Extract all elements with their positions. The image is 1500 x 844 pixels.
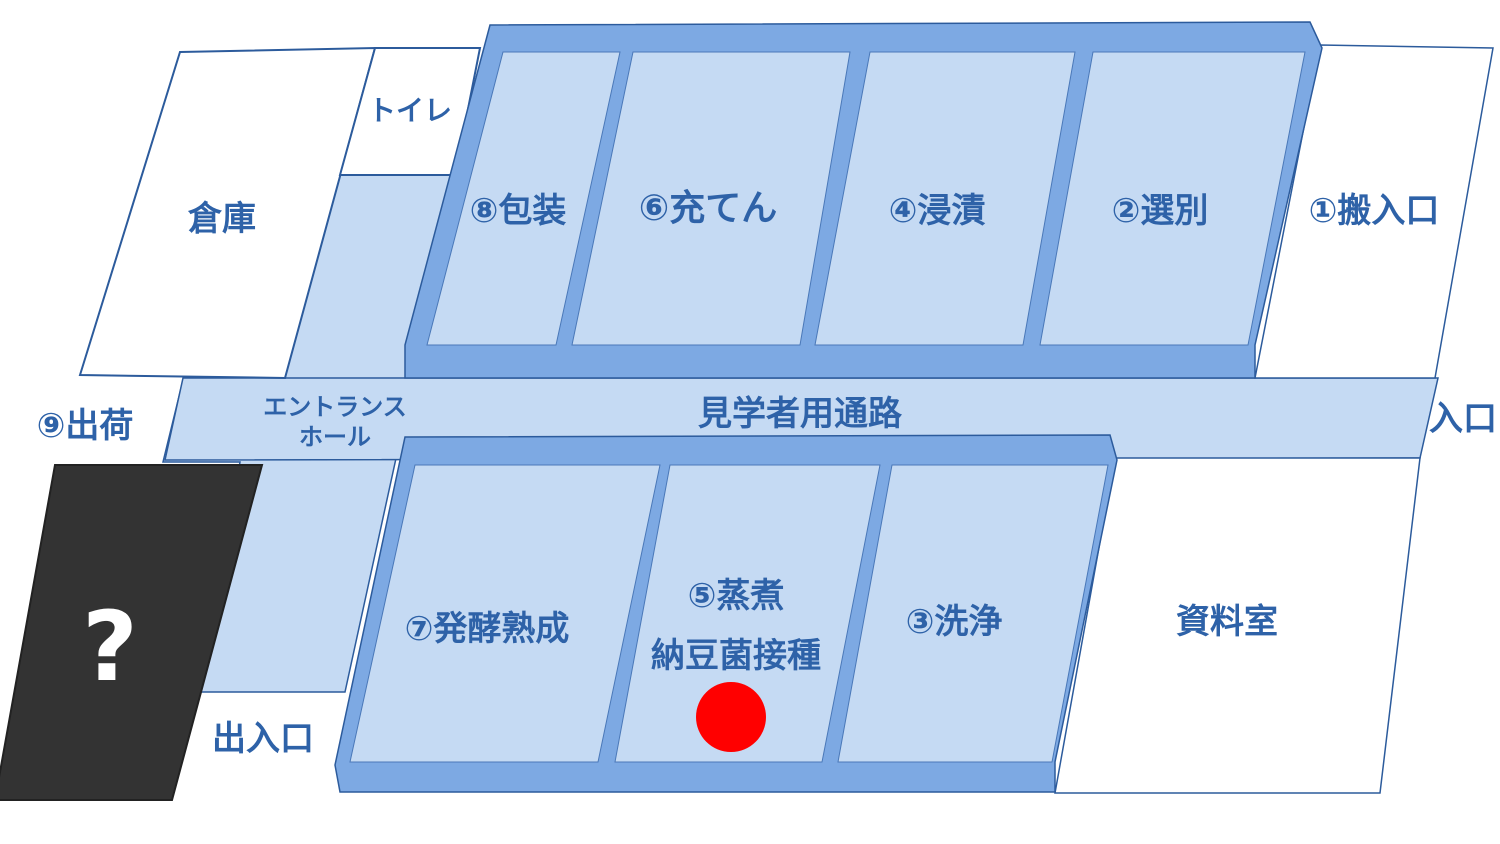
label-washing: ③洗浄 [906,602,1003,642]
label-shipping: ⑨出荷 [37,406,134,446]
label-toilet: トイレ [368,94,452,127]
label-visitor-passage: 見学者用通路 [698,394,903,434]
label-entrance-right: 入口 [1429,399,1497,439]
label-fermentation: ⑦発酵熟成 [405,609,570,649]
label-entrance-hall-2: ホール [299,423,371,451]
label-packaging: ⑧包装 [470,191,567,231]
label-steaming-1: ⑤蒸煮 [688,576,785,616]
label-warehouse: 倉庫 [187,199,256,239]
label-receiving: ①搬入口 [1309,191,1440,231]
label-sorting: ②選別 [1112,191,1209,231]
label-steaming-2: 納豆菌接種 [651,636,821,676]
factory-floor-map: 倉庫 トイレ ①搬入口 ②選別 ④浸漬 ⑥充てん ⑧包装 見学者用通路 エントラ… [0,21,1497,801]
label-entrance-hall-1: エントランス [263,393,407,421]
label-mystery: ? [82,591,138,703]
label-soaking: ④浸漬 [889,191,986,231]
label-archive: 資料室 [1176,602,1278,642]
label-entrance-exit: 出入口 [212,719,314,759]
current-location-marker [696,682,766,752]
label-filling: ⑥充てん [639,188,777,229]
